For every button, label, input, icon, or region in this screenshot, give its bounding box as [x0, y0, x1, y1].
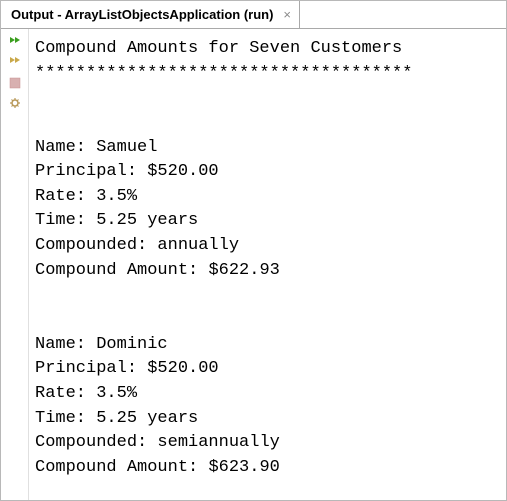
customer-name: Name: Dominic — [35, 335, 168, 354]
gutter — [1, 29, 29, 500]
output-tab[interactable]: Output - ArrayListObjectsApplication (ru… — [1, 1, 300, 28]
main-area: Compound Amounts for Seven Customers ***… — [1, 29, 506, 500]
output-divider: ************************************* — [35, 64, 412, 83]
customer-principal: Principal: $520.00 — [35, 359, 219, 378]
run-again-icon[interactable] — [7, 55, 23, 71]
close-icon[interactable]: × — [281, 7, 293, 22]
customer-time: Time: 5.25 years — [35, 211, 198, 230]
customer-time: Time: 5.25 years — [35, 409, 198, 428]
customer-amount: Compound Amount: $622.93 — [35, 261, 280, 280]
customer-rate: Rate: 3.5% — [35, 384, 137, 403]
run-icon[interactable] — [7, 35, 23, 51]
customer-amount: Compound Amount: $623.90 — [35, 458, 280, 477]
settings-icon[interactable] — [7, 95, 23, 111]
console-output[interactable]: Compound Amounts for Seven Customers ***… — [29, 29, 506, 500]
stop-icon[interactable] — [7, 75, 23, 91]
output-header: Compound Amounts for Seven Customers — [35, 39, 402, 58]
customer-compounded: Compounded: semiannually — [35, 433, 280, 452]
customer-rate: Rate: 3.5% — [35, 187, 137, 206]
tab-bar: Output - ArrayListObjectsApplication (ru… — [1, 1, 506, 29]
customer-compounded: Compounded: annually — [35, 236, 239, 255]
customer-principal: Principal: $520.00 — [35, 162, 219, 181]
tab-title: Output - ArrayListObjectsApplication (ru… — [11, 7, 273, 22]
customer-name: Name: Samuel — [35, 138, 157, 157]
